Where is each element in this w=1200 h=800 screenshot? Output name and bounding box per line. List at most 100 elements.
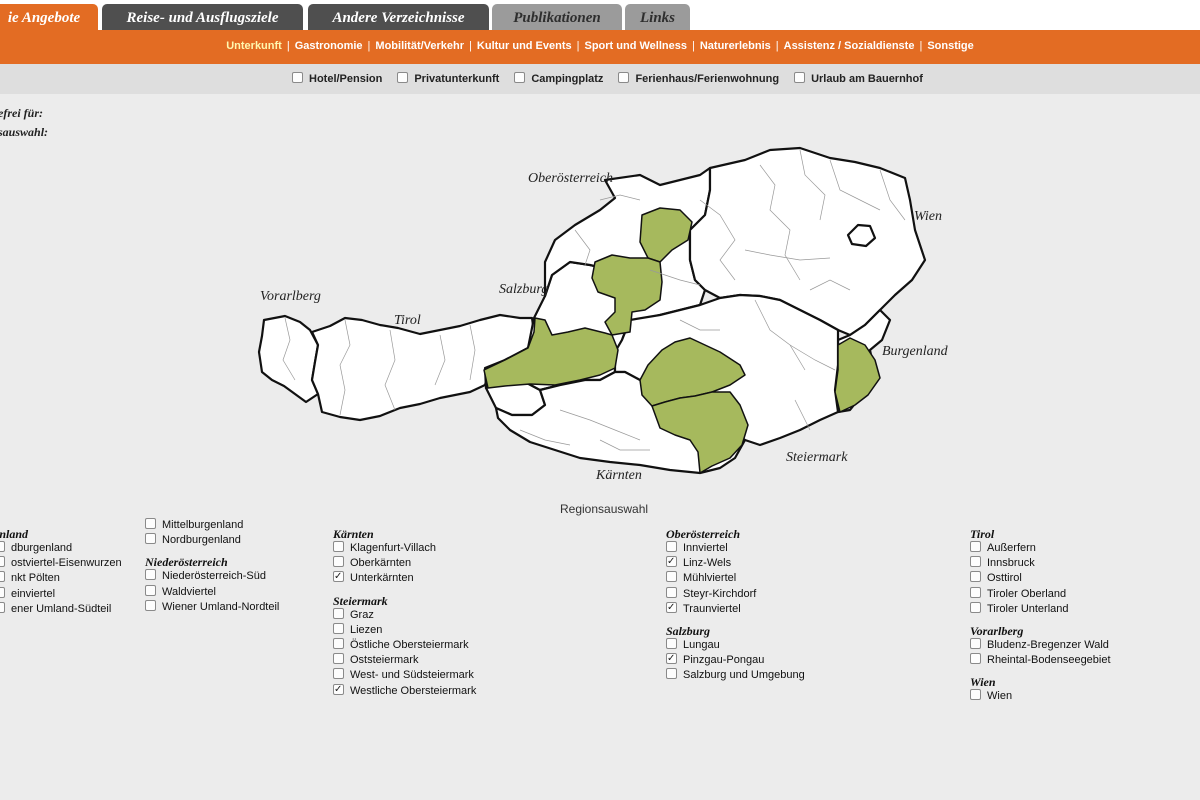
region-checkbox[interactable] xyxy=(970,689,981,701)
region-option-waldviertel[interactable]: Waldviertel xyxy=(145,584,279,600)
region-checkbox[interactable] xyxy=(666,586,677,598)
region-checkbox[interactable] xyxy=(145,569,156,581)
region-column-3: KärntenKlagenfurt-Villach Oberkärnten Unte… xyxy=(333,528,476,699)
region-option-innviertel[interactable]: Innviertel xyxy=(666,541,805,556)
region-option-steyr-kirchdorf[interactable]: Steyr-Kirchdorf xyxy=(666,586,805,602)
region-option-wien[interactable]: Wien xyxy=(970,689,1111,704)
region-checkbox[interactable] xyxy=(970,637,981,649)
region-option-lungau[interactable]: Lungau xyxy=(666,637,805,653)
region-checkbox[interactable] xyxy=(666,668,677,680)
region-option-liezen[interactable]: Liezen xyxy=(333,622,476,638)
region-checkbox[interactable] xyxy=(666,554,677,569)
region-checkbox[interactable] xyxy=(145,584,156,596)
region-option-tiroler-unterland[interactable]: Tiroler Unterland xyxy=(970,601,1111,617)
map-label-kaernten: Kärnten xyxy=(595,468,642,483)
region-checkbox[interactable] xyxy=(0,541,5,552)
region-checkbox[interactable] xyxy=(145,518,156,529)
map-label-wien: Wien xyxy=(914,209,942,224)
region-option-dburgenland[interactable]: dburgenland xyxy=(0,541,122,556)
region-option-unterkarnten[interactable]: Unterkärnten xyxy=(333,569,476,586)
region-option-graz[interactable]: Graz xyxy=(333,607,476,623)
region-column-4: OberösterreichInnviertel Linz-Wels Mühlvie… xyxy=(666,528,805,684)
region-checkbox[interactable] xyxy=(0,601,5,613)
region-label: einviertel xyxy=(11,587,56,600)
group-heading-tirol: Tirol xyxy=(970,527,995,541)
state-outlines xyxy=(257,146,927,475)
region-label: Pinzgau-Pongau xyxy=(683,654,765,667)
region-checkbox[interactable] xyxy=(333,556,344,568)
region-label: Nordburgenland xyxy=(162,534,241,547)
region-checkbox[interactable] xyxy=(970,586,981,598)
region-checkbox[interactable] xyxy=(333,653,344,665)
region-checkbox[interactable] xyxy=(333,607,344,619)
region-option-einviertel[interactable]: einviertel xyxy=(0,586,122,602)
region-checkbox[interactable] xyxy=(333,569,344,584)
map-region-mittelburgenland[interactable] xyxy=(834,337,881,413)
region-label: Salzburg und Umgebung xyxy=(683,669,805,682)
region-checkbox[interactable] xyxy=(666,600,677,615)
region-option-nordburgenland[interactable]: Nordburgenland xyxy=(145,533,279,548)
region-option-bludenz-bregenzer-wald[interactable]: Bludenz-Bregenzer Wald xyxy=(970,637,1111,653)
region-checkbox[interactable] xyxy=(970,653,981,665)
region-label: Klagenfurt-Villach xyxy=(350,542,437,554)
region-column-2: Mittelburgenland Nordburgenland Niederöste… xyxy=(145,518,279,615)
region-option-ausserfern[interactable]: Außerfern xyxy=(970,541,1111,556)
region-checkbox[interactable] xyxy=(333,637,344,649)
region-option-linz-wels[interactable]: Linz-Wels xyxy=(666,554,805,571)
region-label: Oststeiermark xyxy=(350,654,419,667)
region-option-tiroler-oberland[interactable]: Tiroler Oberland xyxy=(970,586,1111,602)
region-checkbox[interactable] xyxy=(145,599,156,611)
region-checkbox[interactable] xyxy=(145,533,156,545)
region-label: Niederösterreich-Süd xyxy=(162,570,266,583)
region-option-westliche-obersteiermark[interactable]: Westliche Obersteiermark xyxy=(333,682,477,699)
region-option-west-und-sudsteiermark[interactable]: West- und Südsteiermark xyxy=(333,668,476,683)
region-checkbox[interactable] xyxy=(0,571,5,583)
region-label: Graz xyxy=(350,608,374,621)
region-option-innsbruck[interactable]: Innsbruck xyxy=(970,556,1111,571)
region-option-traunviertel[interactable]: Traunviertel xyxy=(666,600,805,617)
region-checkbox[interactable] xyxy=(333,668,344,680)
group-heading-steiermark: Steiermark xyxy=(333,593,388,608)
region-option-osttirol[interactable]: Osttirol xyxy=(970,571,1111,586)
region-label: Wien xyxy=(987,690,1013,703)
region-option-niederosterreich-sud[interactable]: Niederösterreich-Süd xyxy=(145,569,279,584)
region-label: Außerfern xyxy=(987,542,1036,554)
map-label-tirol: Tirol xyxy=(394,313,421,328)
region-option-pinzgau-pongau[interactable]: Pinzgau-Pongau xyxy=(666,651,805,668)
region-label: Tiroler Unterland xyxy=(987,602,1069,615)
region-label: Tiroler Oberland xyxy=(987,587,1067,600)
region-option-mittelburgenland[interactable]: Mittelburgenland xyxy=(145,518,279,533)
region-option-nkt-polten[interactable]: nkt Pölten xyxy=(0,571,122,586)
map-label-oberoesterreich: Oberösterreich xyxy=(528,171,613,186)
region-option-salzburg-und-umgebung[interactable]: Salzburg und Umgebung xyxy=(666,668,805,683)
region-checkbox[interactable] xyxy=(970,541,981,552)
region-option-ener-umland-sudteil[interactable]: ener Umland-Südteil xyxy=(0,601,122,617)
region-option-klagenfurt-villach[interactable]: Klagenfurt-Villach xyxy=(333,541,476,556)
region-checkbox[interactable] xyxy=(333,541,344,552)
region-checkbox[interactable] xyxy=(333,622,344,634)
region-option-muhlviertel[interactable]: Mühlviertel xyxy=(666,571,805,586)
region-label: dburgenland xyxy=(11,542,73,554)
region-label: Oberkärnten xyxy=(350,557,412,570)
region-option-oberkarnten[interactable]: Oberkärnten xyxy=(333,556,476,571)
region-checkbox[interactable] xyxy=(666,571,677,583)
region-checkbox[interactable] xyxy=(0,556,5,568)
region-checkbox[interactable] xyxy=(970,601,981,613)
region-checkbox[interactable] xyxy=(970,571,981,583)
region-checkbox[interactable] xyxy=(666,651,677,666)
map-state-vorarlberg[interactable] xyxy=(257,314,320,404)
region-option-wiener-umland-nordteil[interactable]: Wiener Umland-Nordteil xyxy=(145,599,279,615)
group-heading-niederosterreich: Niederösterreich xyxy=(145,555,228,570)
region-checkbox[interactable] xyxy=(666,637,677,649)
region-checkbox[interactable] xyxy=(333,682,344,697)
region-option-rheintal-bodenseegebiet[interactable]: Rheintal-Bodenseegebiet xyxy=(970,653,1111,668)
region-option-ostliche-obersteiermark[interactable]: Östliche Obersteiermark xyxy=(333,637,476,653)
map-label-salzburg: Salzburg xyxy=(499,282,548,297)
region-checkbox[interactable] xyxy=(970,556,981,568)
region-label: Westliche Obersteiermark xyxy=(350,684,477,697)
region-checkbox[interactable] xyxy=(0,586,5,598)
region-option-oststeiermark[interactable]: Oststeiermark xyxy=(333,653,476,668)
region-option-ostviertel-eisenwurzen[interactable]: ostviertel-Eisenwurzen xyxy=(0,556,122,571)
region-checkbox[interactable] xyxy=(666,541,677,552)
group-heading-vorarlberg: Vorarlberg xyxy=(970,623,1024,638)
